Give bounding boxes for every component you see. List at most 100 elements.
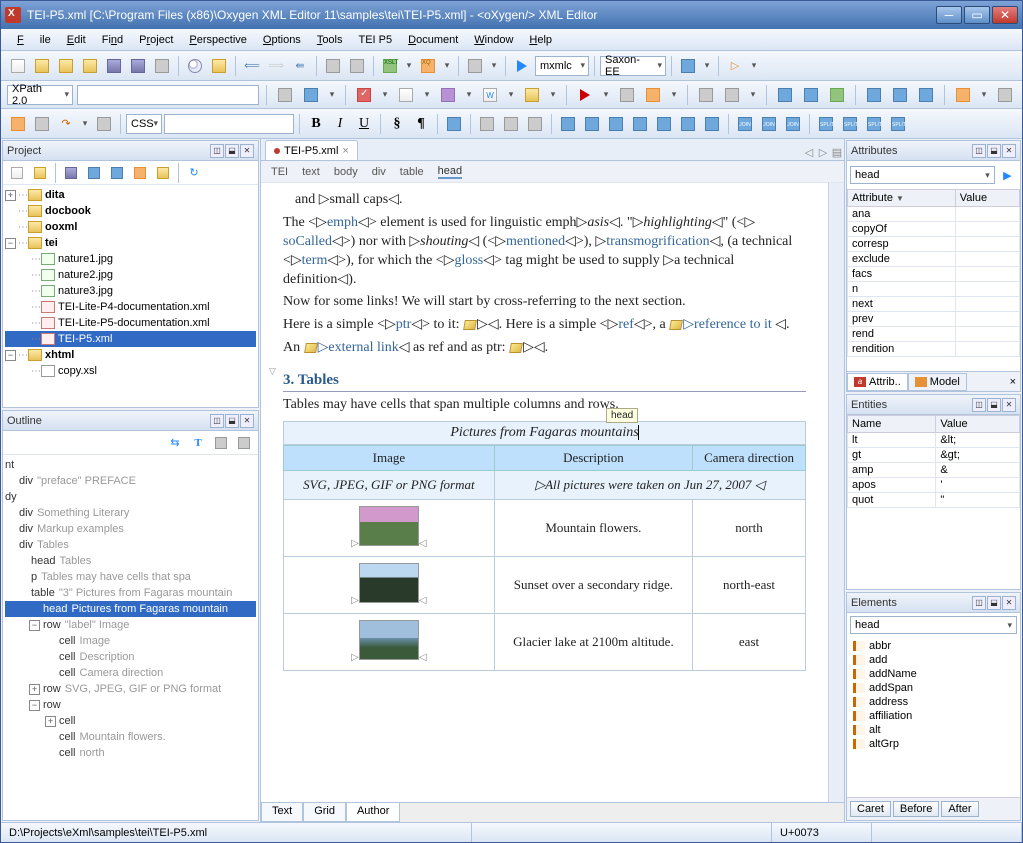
- attr-row[interactable]: rend: [848, 327, 1020, 342]
- panel-pin-icon[interactable]: ⬓: [225, 144, 239, 158]
- attr-row[interactable]: next: [848, 297, 1020, 312]
- proj-b-icon[interactable]: [106, 162, 128, 184]
- menu-document[interactable]: Document: [400, 34, 466, 46]
- collapse-icon[interactable]: −: [5, 350, 16, 361]
- replace-button[interactable]: [208, 55, 230, 77]
- attr-table[interactable]: Attribute ▼Value anacopyOfcorrespexclude…: [847, 189, 1020, 357]
- underline-button[interactable]: U: [353, 113, 375, 135]
- attr-row[interactable]: exclude: [848, 252, 1020, 267]
- project-tree[interactable]: +⋯dita ⋯docbook ⋯ooxml −⋯tei ⋯nature1.jp…: [3, 185, 258, 407]
- open3-button[interactable]: [79, 55, 101, 77]
- menu-project[interactable]: Project: [131, 34, 181, 46]
- entities-table[interactable]: NameValue lt&lt;gt&gt;amp&apos'quot": [847, 415, 1020, 508]
- panel-pin-icon[interactable]: ⬓: [987, 596, 1001, 610]
- panel-toggle-icon[interactable]: ◫: [210, 414, 224, 428]
- attr-row[interactable]: prev: [848, 312, 1020, 327]
- join3-icon[interactable]: JOIN: [782, 113, 804, 135]
- panel-toggle-icon[interactable]: ◫: [972, 398, 986, 412]
- run-button[interactable]: [511, 55, 533, 77]
- grid-view2[interactable]: [346, 55, 368, 77]
- outline-sync-icon[interactable]: ⇆: [164, 432, 186, 454]
- caret-button[interactable]: Caret: [850, 801, 891, 817]
- tb2-g[interactable]: [695, 84, 717, 106]
- tbl2-icon[interactable]: [581, 113, 603, 135]
- mode-grid[interactable]: Grid: [303, 803, 346, 822]
- edit-icon[interactable]: [509, 343, 523, 353]
- crumb-text[interactable]: text: [302, 166, 320, 178]
- proj-save-icon[interactable]: [60, 162, 82, 184]
- attr-row[interactable]: corresp: [848, 237, 1020, 252]
- xq-button[interactable]: XQ: [417, 55, 439, 77]
- tab-attributes[interactable]: aAttrib..: [847, 373, 908, 391]
- outline-b-icon[interactable]: [233, 432, 255, 454]
- split2-icon[interactable]: SPLIT: [839, 113, 861, 135]
- tb2-c[interactable]: [437, 84, 459, 106]
- mode-author[interactable]: Author: [346, 803, 400, 822]
- validate-icon[interactable]: ✓: [353, 84, 375, 106]
- tb2-l[interactable]: [863, 84, 885, 106]
- join1-icon[interactable]: JOIN: [734, 113, 756, 135]
- debug-dd[interactable]: ▾: [488, 55, 500, 77]
- tb2-e[interactable]: [616, 84, 638, 106]
- crumb-table[interactable]: table: [400, 166, 424, 178]
- tb2-m[interactable]: [889, 84, 911, 106]
- proj-refresh-icon[interactable]: ↻: [183, 162, 205, 184]
- tb2-f[interactable]: [642, 84, 664, 106]
- debug-button[interactable]: [464, 55, 486, 77]
- entity-row[interactable]: gt&gt;: [848, 448, 1020, 463]
- run-play-icon[interactable]: [574, 84, 596, 106]
- element-item[interactable]: abbr: [849, 639, 1018, 653]
- crumb-div[interactable]: div: [372, 166, 386, 178]
- menu-find[interactable]: Find: [94, 34, 131, 46]
- menu-teip5[interactable]: TEI P5: [351, 34, 401, 46]
- xpath-input[interactable]: [77, 85, 259, 105]
- pen3-icon[interactable]: [93, 113, 115, 135]
- menu-window[interactable]: Window: [466, 34, 521, 46]
- tb2-w[interactable]: W: [479, 84, 501, 106]
- list1-icon[interactable]: [476, 113, 498, 135]
- redo-icon[interactable]: ↷: [55, 113, 77, 135]
- element-item[interactable]: addSpan: [849, 681, 1018, 695]
- element-item[interactable]: addName: [849, 667, 1018, 681]
- panel-close-icon[interactable]: ✕: [1002, 596, 1016, 610]
- open-button[interactable]: [31, 55, 53, 77]
- split1-icon[interactable]: SPLIT: [815, 113, 837, 135]
- tab-model[interactable]: Model: [908, 373, 967, 391]
- misc-tri[interactable]: ▷: [724, 55, 746, 77]
- xpath-version-combo[interactable]: XPath 2.0: [7, 85, 73, 105]
- editor-tab[interactable]: TEI-P5.xml ×: [265, 140, 358, 160]
- tb2-k[interactable]: [826, 84, 848, 106]
- menu-tools[interactable]: Tools: [309, 34, 351, 46]
- image-button[interactable]: [443, 113, 465, 135]
- panel-pin-icon[interactable]: ⬓: [225, 414, 239, 428]
- edit-icon[interactable]: [463, 320, 477, 330]
- italic-button[interactable]: I: [329, 113, 351, 135]
- open2-button[interactable]: [55, 55, 77, 77]
- element-item[interactable]: add: [849, 653, 1018, 667]
- element-item[interactable]: affiliation: [849, 709, 1018, 723]
- list2-icon[interactable]: [500, 113, 522, 135]
- tbl1-icon[interactable]: [557, 113, 579, 135]
- entity-row[interactable]: amp&: [848, 463, 1020, 478]
- print-button[interactable]: [151, 55, 173, 77]
- after-button[interactable]: After: [941, 801, 978, 817]
- panel-toggle-icon[interactable]: ◫: [972, 144, 986, 158]
- pencil-icon[interactable]: [952, 84, 974, 106]
- tb2-d[interactable]: [521, 84, 543, 106]
- proj-open-icon[interactable]: [29, 162, 51, 184]
- tb2-h[interactable]: [721, 84, 743, 106]
- tab-close-icon[interactable]: ×: [1006, 376, 1020, 388]
- grid-view1[interactable]: [322, 55, 344, 77]
- document-area[interactable]: and ▷small caps◁. The <▷emph◁> element i…: [261, 183, 828, 802]
- panel-toggle-icon[interactable]: ◫: [972, 596, 986, 610]
- save-button[interactable]: [103, 55, 125, 77]
- element-item[interactable]: alt: [849, 723, 1018, 737]
- nav-back[interactable]: ⟸: [241, 55, 263, 77]
- nav-last[interactable]: ⇚: [289, 55, 311, 77]
- elements-list[interactable]: abbraddaddNameaddSpanaddressaffiliationa…: [847, 637, 1020, 797]
- entity-row[interactable]: quot": [848, 493, 1020, 508]
- pen2-icon[interactable]: [31, 113, 53, 135]
- gear-icon[interactable]: [677, 55, 699, 77]
- panel-close-icon[interactable]: ✕: [1002, 144, 1016, 158]
- tab-close-icon[interactable]: ×: [342, 145, 348, 157]
